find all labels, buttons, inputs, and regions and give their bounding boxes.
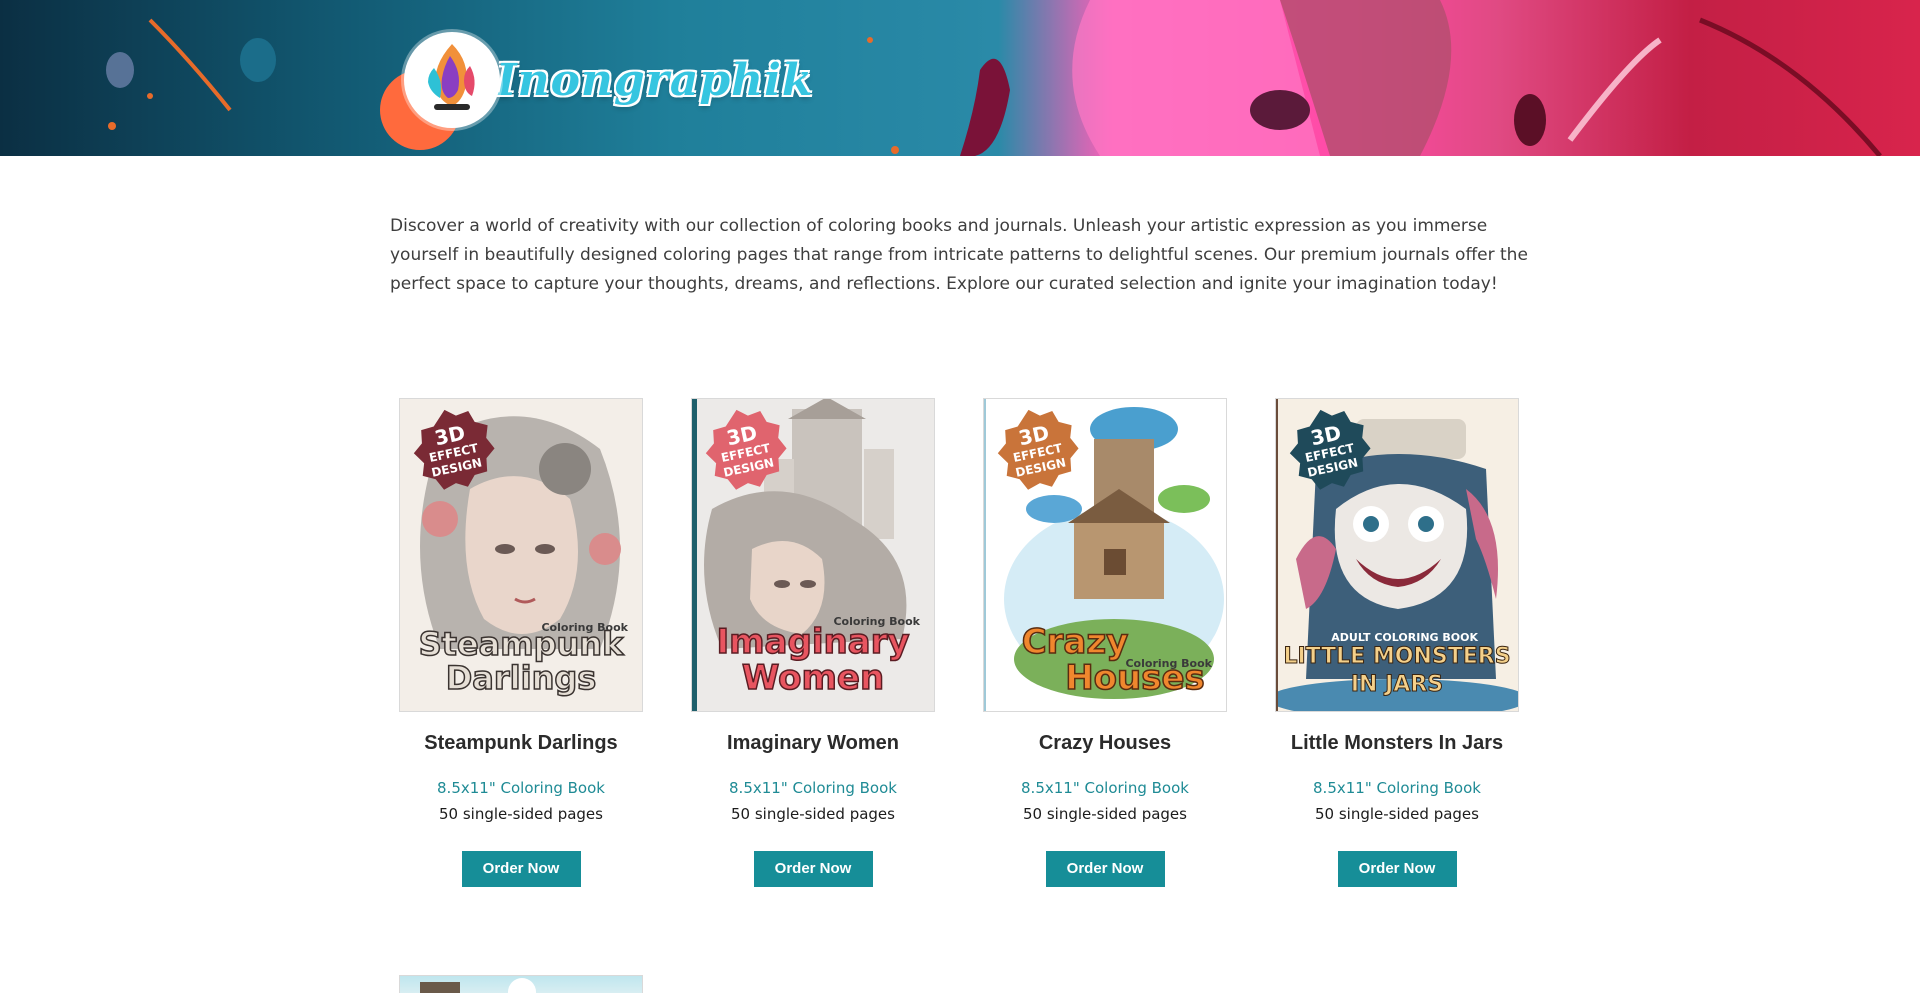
product-pages: 50 single-sided pages [1315,805,1479,823]
order-now-button[interactable]: Order Now [753,851,873,887]
cover-title-line-1: Steampunk [418,625,624,663]
3d-effect-badge: 3D EFFECT DESIGN [1278,399,1380,501]
intro-paragraph: Discover a world of creativity with our … [390,216,1528,294]
cover-title-line-1: Crazy [1021,622,1129,662]
product-title[interactable]: Crazy Houses [982,732,1228,755]
order-now-button[interactable]: Order Now [1045,851,1165,887]
cover-title-line-2: Darlings [445,659,597,697]
product-cover-image[interactable]: 3D EFFECT DESIGN Crazy Coloring Book Hou… [983,398,1227,712]
cover-title-line-1: LITTLE MONSTERS [1283,644,1511,670]
logo-wordmark: Inongraphik [496,54,814,106]
product-pages: 50 single-sided pages [439,805,603,823]
product-card: 3D EFFECT DESIGN ADULT COLORING BOOK LIT… [1274,398,1520,887]
product-format: 8.5x11" Coloring Book [1313,779,1481,797]
product-format: 8.5x11" Coloring Book [1021,779,1189,797]
cover-title-line-2: Women [741,658,885,698]
site-logo[interactable]: Inongraphik [404,30,813,130]
product-title[interactable]: Imaginary Women [690,732,936,755]
next-product-cover-partial[interactable] [399,975,643,993]
3d-effect-badge: 3D EFFECT DESIGN [986,399,1088,501]
product-card: 3D EFFECT DESIGN Crazy Coloring Book Hou… [982,398,1228,887]
order-now-button[interactable]: Order Now [461,851,581,887]
product-title[interactable]: Little Monsters In Jars [1274,732,1520,755]
product-cover-image[interactable]: 3D EFFECT DESIGN Coloring Book Imaginary… [691,398,935,712]
product-cover-image[interactable]: 3D EFFECT DESIGN Coloring Book Steampunk… [399,398,643,712]
product-pages: 50 single-sided pages [731,805,895,823]
product-card: 3D EFFECT DESIGN Coloring Book Steampunk… [398,398,644,887]
product-pages: 50 single-sided pages [1023,805,1187,823]
paint-splash-background [106,0,1882,156]
logo-flame-icon [404,32,500,128]
product-card: 3D EFFECT DESIGN Coloring Book Imaginary… [690,398,936,887]
product-cover-image[interactable]: 3D EFFECT DESIGN ADULT COLORING BOOK LIT… [1275,398,1519,712]
cover-title-line-1: Imaginary [716,622,911,662]
header-banner: Inongraphik [0,0,1920,156]
cover-title-line-2: Houses [1064,658,1205,698]
order-now-button[interactable]: Order Now [1337,851,1457,887]
product-format: 8.5x11" Coloring Book [437,779,605,797]
product-title[interactable]: Steampunk Darlings [398,732,644,755]
cover-title-line-2: IN JARS [1350,672,1444,698]
3d-effect-badge: 3D EFFECT DESIGN [402,399,504,501]
product-format: 8.5x11" Coloring Book [729,779,897,797]
3d-effect-badge: 3D EFFECT DESIGN [694,399,796,501]
